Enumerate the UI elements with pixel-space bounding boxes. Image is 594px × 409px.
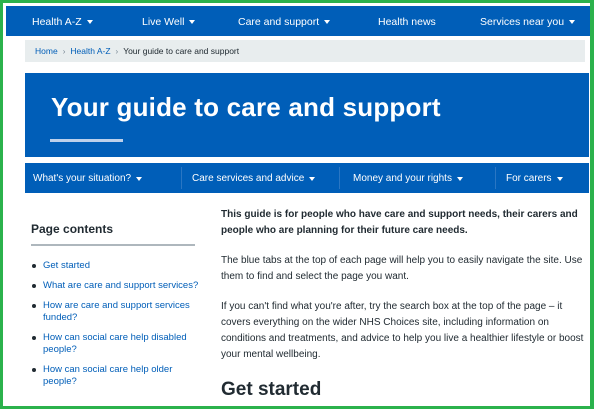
bullet-icon	[32, 368, 36, 372]
nav-label: Health news	[378, 16, 436, 28]
tab-divider	[181, 167, 182, 189]
nav-live-well[interactable]: Live Well	[142, 16, 196, 28]
nav-label: Care and support	[238, 16, 320, 28]
list-item: Get started	[31, 260, 201, 272]
intro-paragraph: This guide is for people who have care a…	[221, 209, 578, 236]
tab-for-carers[interactable]: For carers	[506, 173, 563, 184]
chevron-down-icon	[456, 176, 463, 181]
page-contents-link[interactable]: How are care and support services funded…	[43, 300, 190, 323]
tab-divider	[495, 167, 496, 189]
breadcrumb-home[interactable]: Home	[35, 46, 58, 56]
nav-services-near-you[interactable]: Services near you	[480, 16, 576, 28]
nav-health-news[interactable]: Health news	[378, 16, 436, 28]
chevron-down-icon	[86, 20, 93, 24]
chevron-down-icon	[324, 20, 331, 24]
bullet-icon	[32, 284, 36, 288]
breadcrumb: Home › Health A-Z › Your guide to care a…	[25, 40, 585, 62]
main-content: This guide is for people who have care a…	[221, 207, 589, 401]
title-underline	[50, 139, 123, 142]
chevron-down-icon	[136, 176, 143, 181]
chevron-down-icon	[556, 176, 563, 181]
section-heading: Get started	[221, 379, 322, 400]
page-contents-list: Get started What are care and support se…	[31, 260, 201, 388]
page-title: Your guide to care and support	[51, 92, 441, 122]
bullet-icon	[32, 264, 36, 268]
page-contents-divider	[31, 244, 195, 246]
tab-whats-your-situation[interactable]: What's your situation?	[33, 173, 143, 184]
nav-label: Health A-Z	[32, 16, 82, 28]
breadcrumb-separator: ›	[62, 46, 66, 56]
section-tabs: What's your situation? Care services and…	[25, 163, 589, 193]
nav-care-and-support[interactable]: Care and support	[238, 16, 331, 28]
breadcrumb-health-az[interactable]: Health A-Z	[70, 46, 110, 56]
page-contents-link[interactable]: How can social care help disabled people…	[43, 332, 187, 355]
list-item: How can social care help older people?	[31, 364, 201, 388]
nav-label: Services near you	[480, 16, 565, 28]
body-paragraph: If you can't find what you're after, try…	[221, 301, 584, 360]
tab-label: Money and your rights	[353, 173, 452, 184]
list-item: How can social care help disabled people…	[31, 332, 201, 356]
page-contents-link[interactable]: How can social care help older people?	[43, 364, 172, 387]
global-nav: Health A-Z Live Well Care and support He…	[6, 6, 590, 36]
body-paragraph: The blue tabs at the top of each page wi…	[221, 255, 583, 282]
chevron-down-icon	[309, 176, 316, 181]
list-item: How are care and support services funded…	[31, 300, 201, 324]
nav-label: Live Well	[142, 16, 185, 28]
tab-label: What's your situation?	[33, 173, 132, 184]
hero-banner: Your guide to care and support	[25, 73, 589, 157]
page-contents-link[interactable]: Get started	[43, 260, 90, 271]
list-item: What are care and support services?	[31, 280, 201, 292]
tab-divider	[339, 167, 340, 189]
breadcrumb-separator: ›	[115, 46, 119, 56]
chevron-down-icon	[189, 20, 196, 24]
tab-money-and-your-rights[interactable]: Money and your rights	[353, 173, 463, 184]
page-contents-title: Page contents	[31, 222, 114, 236]
tab-label: For carers	[506, 173, 552, 184]
tab-label: Care services and advice	[192, 173, 305, 184]
page-contents-link[interactable]: What are care and support services?	[43, 280, 198, 291]
nav-health-az[interactable]: Health A-Z	[32, 16, 93, 28]
bullet-icon	[32, 304, 36, 308]
tab-care-services-and-advice[interactable]: Care services and advice	[192, 173, 316, 184]
bullet-icon	[32, 336, 36, 340]
chevron-down-icon	[569, 20, 576, 24]
breadcrumb-current: Your guide to care and support	[123, 46, 240, 56]
browser-frame: Health A-Z Live Well Care and support He…	[0, 0, 594, 409]
page-contents: Page contents Get started What are care …	[31, 222, 201, 396]
